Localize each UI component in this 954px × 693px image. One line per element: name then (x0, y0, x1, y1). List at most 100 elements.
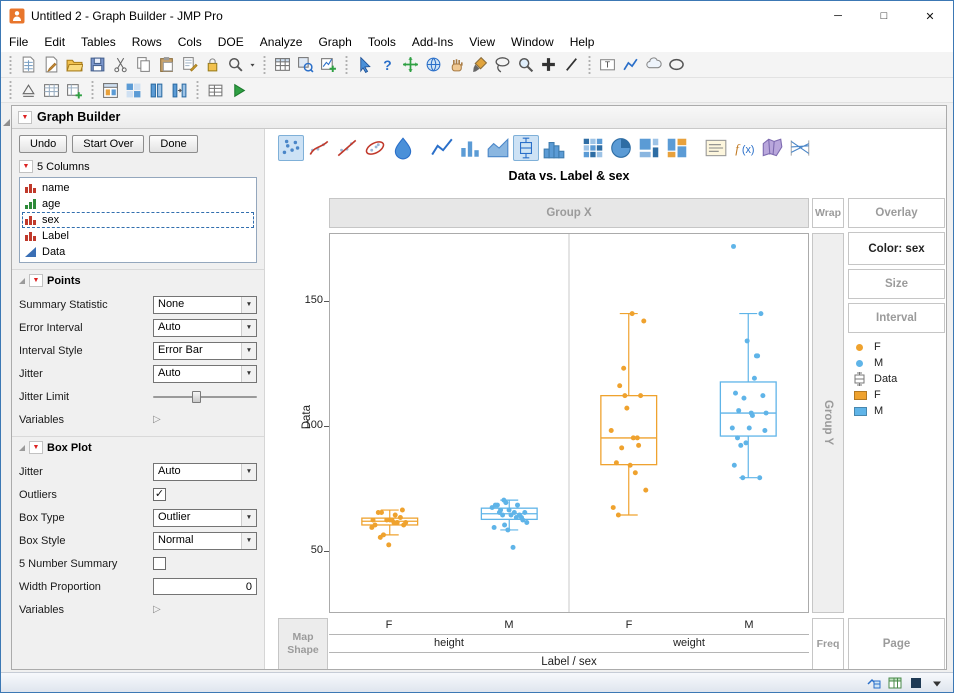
maximize-button[interactable]: □ (861, 1, 907, 31)
element-formula-icon[interactable]: f(x) (731, 135, 757, 161)
zone-overlay[interactable]: Overlay (848, 198, 945, 228)
summary-statistic-dropdown[interactable]: None (153, 296, 257, 314)
toolbar-grip[interactable] (8, 81, 13, 99)
start-over-button[interactable]: Start Over (72, 135, 144, 153)
element-line-icon[interactable] (429, 135, 455, 161)
variables-disclosure-icon[interactable]: ▷ (153, 414, 161, 425)
save-icon[interactable] (86, 53, 109, 76)
element-parallel-icon[interactable] (787, 135, 813, 161)
zone-page[interactable]: Page (848, 618, 945, 669)
element-heatmap-icon[interactable] (580, 135, 606, 161)
paste-icon[interactable] (155, 53, 178, 76)
oval-tool-icon[interactable] (665, 53, 688, 76)
undo-button[interactable]: Undo (19, 135, 67, 153)
element-mosaic-icon[interactable] (664, 135, 690, 161)
zone-size[interactable]: Size (848, 269, 945, 299)
done-button[interactable]: Done (149, 135, 197, 153)
menu-file[interactable]: File (1, 33, 36, 51)
column-sex[interactable]: sex (22, 212, 254, 228)
error-interval-dropdown[interactable]: Auto (153, 319, 257, 337)
menu-edit[interactable]: Edit (36, 33, 73, 51)
polyline-tool-icon[interactable] (619, 53, 642, 76)
grid-tool-icon[interactable] (40, 79, 63, 102)
dropdown-caret-icon[interactable] (241, 320, 256, 336)
menu-view[interactable]: View (461, 33, 503, 51)
columns-split-tool-icon[interactable] (168, 79, 191, 102)
window-tool-icon[interactable] (99, 79, 122, 102)
zone-color[interactable]: Color: sex (848, 232, 945, 265)
titlebar[interactable]: Untitled 2 - Graph Builder - JMP Pro ─□✕ (1, 1, 953, 31)
dropdown-caret-icon[interactable] (241, 510, 256, 526)
points-red-triangle-icon[interactable] (29, 274, 43, 287)
width-proportion-input[interactable]: 0 (153, 578, 257, 595)
element-pie-icon[interactable] (608, 135, 634, 161)
query-builder-icon[interactable] (294, 53, 317, 76)
copy-icon[interactable] (132, 53, 155, 76)
interval-style-dropdown[interactable]: Error Bar (153, 342, 257, 360)
element-line-of-fit-icon[interactable] (334, 135, 360, 161)
caption-tool-icon[interactable]: T (596, 53, 619, 76)
dropdown-caret-icon[interactable] (241, 464, 256, 480)
menu-doe[interactable]: DOE (210, 33, 252, 51)
toolbar-grip[interactable] (195, 81, 200, 99)
outline-open-icon[interactable] (3, 119, 10, 126)
zone-wrap[interactable]: Wrap (812, 198, 844, 228)
dropdown-caret-icon[interactable] (241, 366, 256, 382)
zone-interval[interactable]: Interval (848, 303, 945, 333)
open-icon[interactable] (63, 53, 86, 76)
zone-group-y[interactable]: Group Y (812, 233, 844, 613)
dropdown-caret-icon[interactable] (241, 343, 256, 359)
menu-rows[interactable]: Rows (124, 33, 170, 51)
square-icon[interactable] (908, 675, 924, 691)
caret-down-icon[interactable] (929, 675, 945, 691)
column-age[interactable]: age (22, 196, 254, 212)
outliers-checkbox[interactable] (153, 488, 166, 501)
element-smoother-icon[interactable] (306, 135, 332, 161)
toolbar-grip[interactable] (8, 56, 13, 74)
element-histogram-icon[interactable] (541, 135, 567, 161)
jitter-dropdown[interactable]: Auto (153, 463, 257, 481)
columns-stack-tool-icon[interactable] (145, 79, 168, 102)
scroller-tool-icon[interactable] (560, 53, 583, 76)
cloud-tool-icon[interactable] (642, 53, 665, 76)
element-box-plot-icon[interactable] (513, 135, 539, 161)
lock-icon[interactable] (201, 53, 224, 76)
brush-tool-icon[interactable] (468, 53, 491, 76)
zone-map-shape[interactable]: Map Shape (278, 618, 328, 669)
magnifier-tool-icon[interactable] (514, 53, 537, 76)
help-tool-icon[interactable]: ? (376, 53, 399, 76)
globe-tool-icon[interactable] (422, 53, 445, 76)
menu-help[interactable]: Help (562, 33, 603, 51)
fat-plus-tool-icon[interactable] (537, 53, 560, 76)
menu-tools[interactable]: Tools (360, 33, 404, 51)
make-data-table-icon[interactable] (271, 53, 294, 76)
outline-tool-icon[interactable] (17, 79, 40, 102)
copy-format-icon[interactable] (178, 53, 201, 76)
box-plot-red-triangle-icon[interactable] (29, 441, 43, 454)
legend-item-m[interactable]: M (854, 403, 897, 419)
toolbar-grip[interactable] (344, 56, 349, 74)
grabber-tool-icon[interactable] (445, 53, 468, 76)
slider-thumb[interactable] (192, 391, 201, 403)
points-disclosure-icon[interactable] (19, 278, 25, 284)
menu-analyze[interactable]: Analyze (252, 33, 311, 51)
element-map-shapes-icon[interactable] (759, 135, 785, 161)
element-ellipse-icon[interactable] (362, 135, 388, 161)
home-window-icon[interactable] (866, 675, 882, 691)
legend-item-data[interactable]: Data (854, 371, 897, 387)
element-caption-box-icon[interactable] (703, 135, 729, 161)
toolbar-grip[interactable] (262, 56, 267, 74)
jitter-dropdown[interactable]: Auto (153, 365, 257, 383)
layout-tool-icon[interactable] (122, 79, 145, 102)
toolbar-grip[interactable] (90, 81, 95, 99)
5-number-summary-checkbox[interactable] (153, 557, 166, 570)
legend-item-f[interactable]: F (854, 387, 897, 403)
menu-add-ins[interactable]: Add-Ins (404, 33, 461, 51)
new-journal-icon[interactable] (40, 53, 63, 76)
jitter-limit-slider[interactable] (153, 389, 257, 405)
box-plot-disclosure-icon[interactable] (19, 445, 25, 451)
legend-item-m[interactable]: M (854, 355, 897, 371)
dropdown-caret-icon[interactable] (241, 533, 256, 549)
table-add-tool-icon[interactable] (63, 79, 86, 102)
caret-icon[interactable] (247, 53, 258, 76)
